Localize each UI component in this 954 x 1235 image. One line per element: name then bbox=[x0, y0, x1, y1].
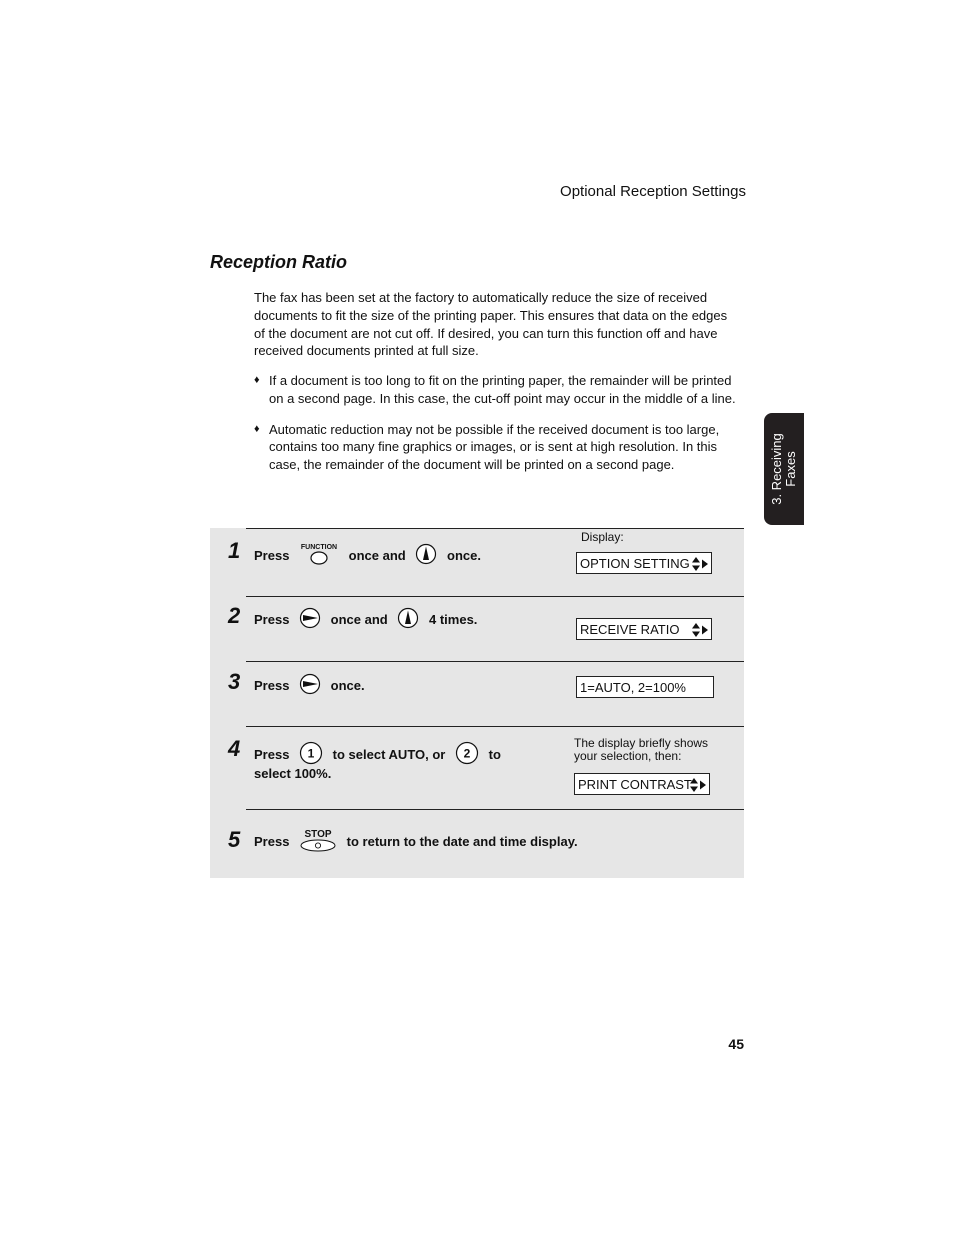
step-number: 5 bbox=[228, 827, 241, 852]
running-header: Optional Reception Settings bbox=[560, 183, 746, 200]
step-number: 4 bbox=[228, 736, 241, 761]
diamond-bullet-icon: ♦ bbox=[254, 374, 260, 386]
up-down-right-arrows-icon bbox=[692, 557, 708, 571]
step-number: 2 bbox=[228, 603, 241, 628]
up-arrow-key-icon bbox=[397, 607, 419, 632]
step-text-end: once. bbox=[447, 548, 481, 563]
step-4: 4 Press 1 to select AUTO, or 2 to select… bbox=[210, 726, 744, 809]
page-number: 45 bbox=[728, 1036, 744, 1052]
step-instruction: Press once. bbox=[254, 673, 365, 698]
key-label: 1 bbox=[308, 747, 315, 761]
step-instruction: Press 1 to select AUTO, or 2 to bbox=[254, 741, 501, 768]
lcd-display: OPTION SETTING bbox=[576, 552, 712, 574]
lcd-text: OPTION SETTING bbox=[580, 556, 690, 571]
steps-panel: 1 Press FUNCTION once and once. Display:… bbox=[210, 528, 744, 878]
chapter-tab-line2: Faxes bbox=[783, 451, 798, 487]
display-note: The display briefly shows your selection… bbox=[574, 736, 709, 763]
bullet-list: ♦ If a document is too long to fit on th… bbox=[254, 372, 736, 487]
step-text-mid: once and bbox=[348, 548, 406, 563]
lcd-text: RECEIVE RATIO bbox=[580, 622, 680, 637]
step-number: 1 bbox=[228, 538, 241, 563]
press-text: Press bbox=[254, 678, 290, 693]
step-text-end: 4 times. bbox=[429, 612, 478, 627]
step-instruction: Press STOP to return to the date and tim… bbox=[254, 827, 578, 856]
step-text-end: to bbox=[488, 747, 501, 762]
step-divider bbox=[246, 596, 744, 597]
step-5: 5 Press STOP to return to the date and t… bbox=[210, 809, 744, 878]
step-divider bbox=[246, 726, 744, 727]
intro-paragraph: The fax has been set at the factory to a… bbox=[254, 290, 728, 359]
step-divider bbox=[246, 528, 744, 529]
step-instruction: Press FUNCTION once and once. bbox=[254, 542, 481, 569]
lcd-text: PRINT CONTRAST bbox=[578, 777, 692, 792]
lcd-display: 1=AUTO, 2=100% bbox=[576, 676, 714, 698]
step-divider bbox=[246, 809, 744, 810]
function-key-label: FUNCTION bbox=[301, 544, 337, 551]
right-arrow-key-icon bbox=[299, 673, 321, 698]
press-text: Press bbox=[254, 834, 290, 849]
step-2: 2 Press once and 4 times. RECEIVE RATIO bbox=[210, 596, 744, 661]
function-key-icon: FUNCTION bbox=[299, 542, 339, 569]
press-text: Press bbox=[254, 612, 290, 627]
right-arrow-key-icon bbox=[299, 607, 321, 632]
step-1: 1 Press FUNCTION once and once. Display:… bbox=[210, 528, 744, 596]
press-text: Press bbox=[254, 548, 290, 563]
stop-key-icon: STOP bbox=[299, 827, 337, 856]
step-number: 3 bbox=[228, 669, 241, 694]
chapter-tab: 3. Receiving Faxes bbox=[764, 413, 804, 525]
step-text-end: once. bbox=[330, 678, 365, 693]
bullet-item: ♦ If a document is too long to fit on th… bbox=[254, 372, 736, 408]
step-3: 3 Press once. 1=AUTO, 2=100% bbox=[210, 661, 744, 726]
stop-key-label: STOP bbox=[305, 829, 332, 840]
step-text-mid: once and bbox=[330, 612, 388, 627]
bullet-item: ♦ Automatic reduction may not be possibl… bbox=[254, 421, 736, 474]
display-label: Display: bbox=[581, 530, 624, 544]
step-text-end: to return to the date and time display. bbox=[346, 834, 578, 849]
step-divider bbox=[246, 661, 744, 662]
lcd-text: 1=AUTO, 2=100% bbox=[580, 680, 686, 695]
chapter-tab-label: 3. Receiving Faxes bbox=[769, 433, 798, 505]
chapter-tab-line1: 3. Receiving bbox=[769, 433, 784, 505]
section-title: Reception Ratio bbox=[210, 252, 348, 272]
lcd-display: RECEIVE RATIO bbox=[576, 618, 712, 640]
up-down-right-arrows-icon bbox=[690, 778, 706, 792]
press-text: Press bbox=[254, 747, 290, 762]
step-instruction-line2: select 100%. bbox=[254, 766, 332, 781]
bullet-text: If a document is too long to fit on the … bbox=[269, 373, 736, 406]
up-arrow-key-icon bbox=[415, 543, 437, 568]
up-down-right-arrows-icon bbox=[692, 623, 708, 637]
number-key-2-icon: 2 bbox=[455, 741, 479, 768]
number-key-1-icon: 1 bbox=[299, 741, 323, 768]
key-label: 2 bbox=[464, 747, 471, 761]
bullet-text: Automatic reduction may not be possible … bbox=[269, 421, 720, 473]
step-text-mid: to select AUTO, or bbox=[332, 747, 446, 762]
lcd-display: PRINT CONTRAST bbox=[574, 773, 710, 795]
step-instruction: Press once and 4 times. bbox=[254, 607, 477, 632]
diamond-bullet-icon: ♦ bbox=[254, 422, 260, 435]
